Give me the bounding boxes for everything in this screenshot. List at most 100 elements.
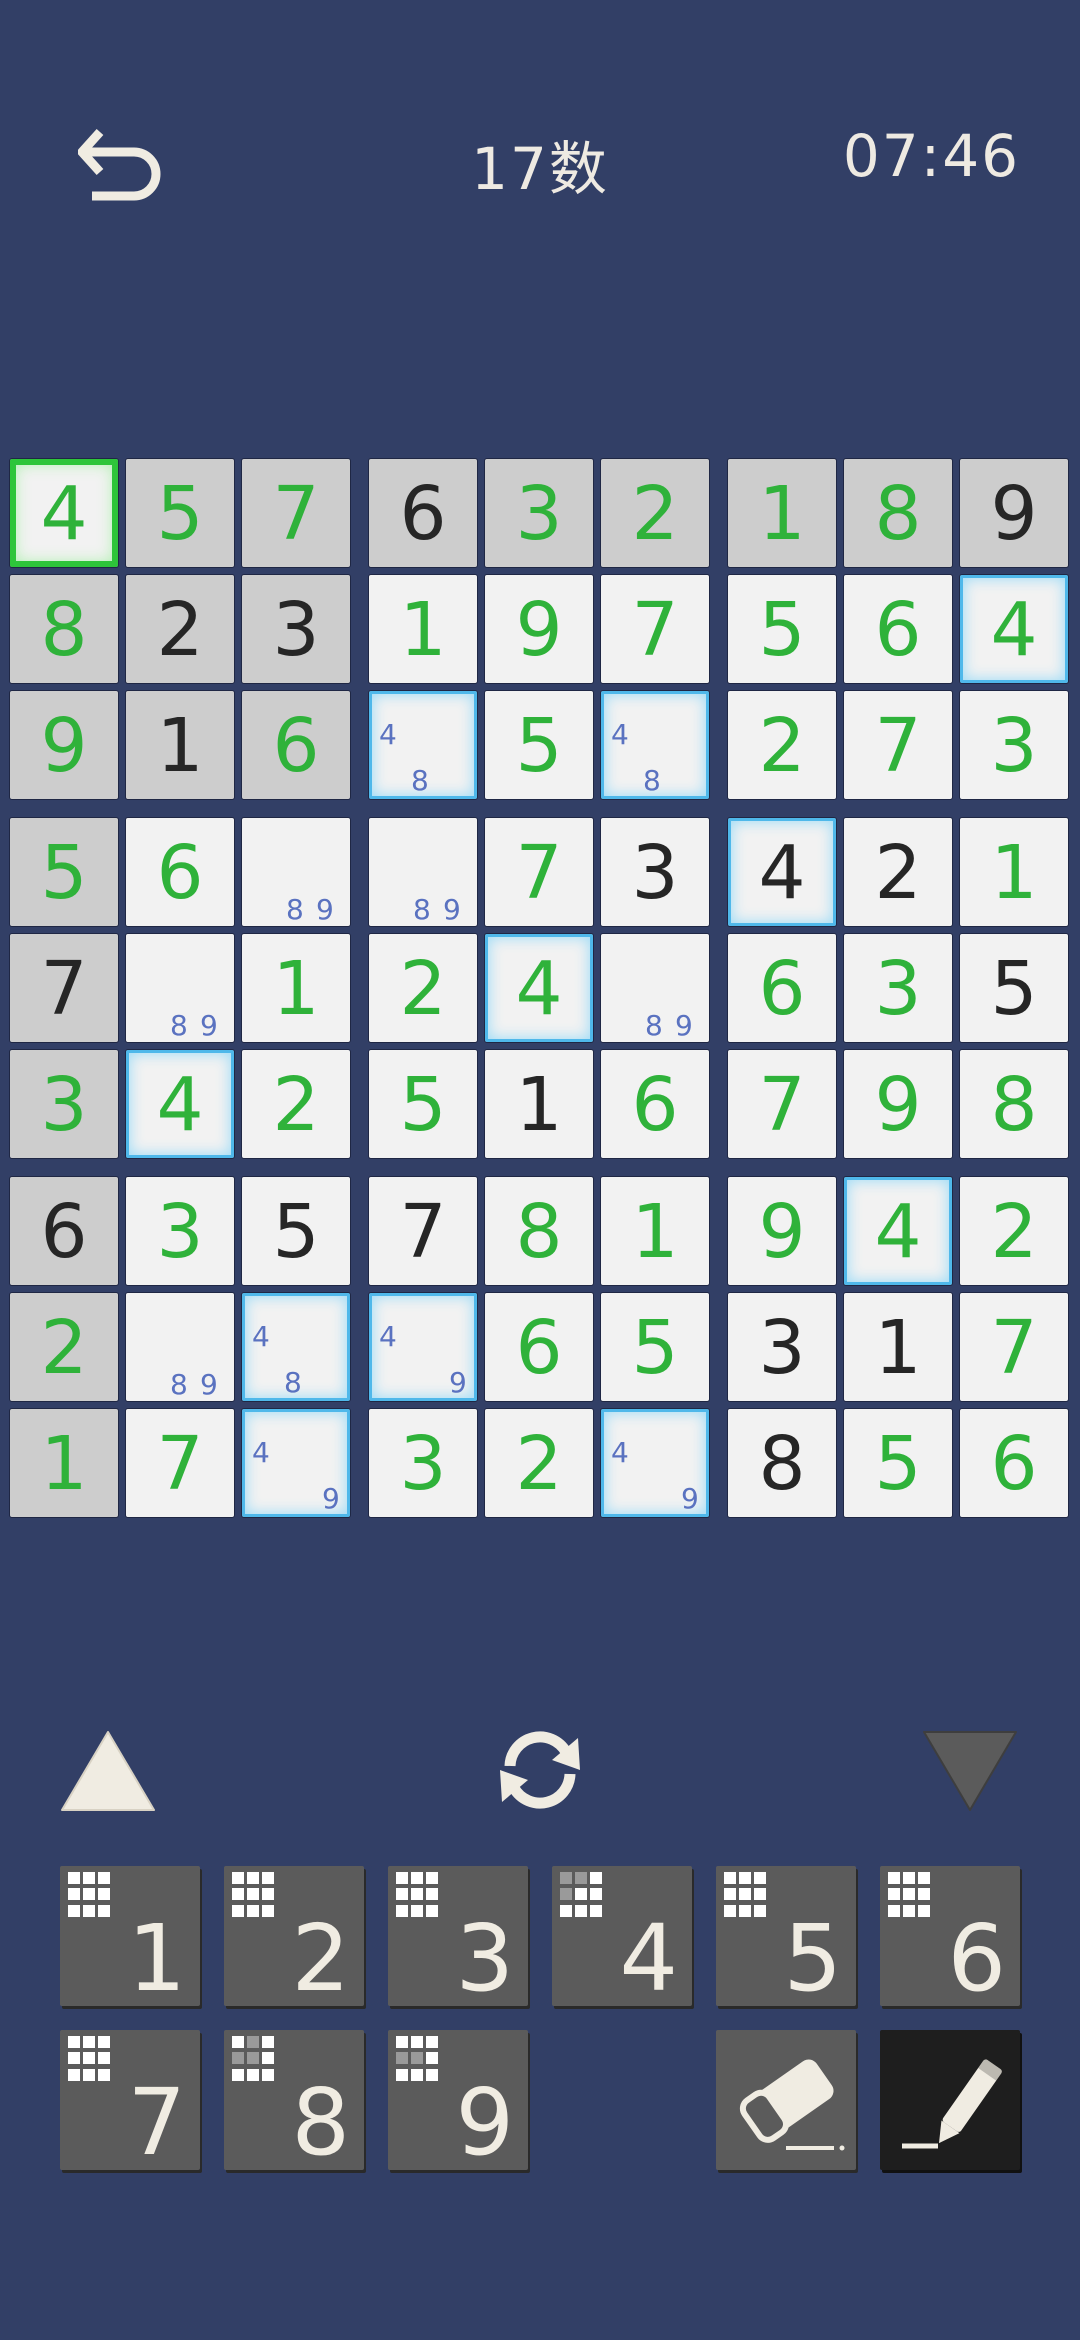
triangle-down-icon[interactable]: [922, 1728, 1018, 1814]
sudoku-cell[interactable]: 2: [959, 1176, 1069, 1286]
number-key-7[interactable]: 7: [60, 2030, 200, 2176]
sudoku-cell[interactable]: 7: [959, 1292, 1069, 1402]
sudoku-cell[interactable]: 1: [727, 458, 837, 568]
sudoku-cell[interactable]: 48: [241, 1292, 351, 1402]
sudoku-cell[interactable]: 6: [600, 1049, 710, 1159]
sudoku-cell[interactable]: 4: [959, 574, 1069, 684]
cell-note: 9: [200, 1009, 218, 1042]
sudoku-cell[interactable]: 4: [843, 1176, 953, 1286]
sudoku-cell[interactable]: 89: [125, 933, 235, 1043]
sudoku-cell[interactable]: 5: [959, 933, 1069, 1043]
sudoku-cell[interactable]: 1: [241, 933, 351, 1043]
sudoku-cell[interactable]: 49: [368, 1292, 478, 1402]
sudoku-cell[interactable]: 2: [125, 574, 235, 684]
sudoku-cell[interactable]: 7: [368, 1176, 478, 1286]
number-key-8[interactable]: 8: [224, 2030, 364, 2176]
sudoku-cell[interactable]: 2: [600, 458, 710, 568]
sudoku-cell[interactable]: 6: [368, 458, 478, 568]
sudoku-cell[interactable]: 9: [843, 1049, 953, 1159]
sudoku-cell[interactable]: 1: [959, 817, 1069, 927]
sudoku-cell[interactable]: 6: [125, 817, 235, 927]
sudoku-cell[interactable]: 6: [727, 933, 837, 1043]
sudoku-cell[interactable]: 2: [368, 933, 478, 1043]
sudoku-cell[interactable]: 1: [368, 574, 478, 684]
sudoku-cell[interactable]: 1: [9, 1408, 119, 1518]
sudoku-cell[interactable]: 1: [484, 1049, 594, 1159]
sudoku-cell[interactable]: 2: [9, 1292, 119, 1402]
sudoku-cell[interactable]: 7: [484, 817, 594, 927]
sudoku-cell[interactable]: 7: [600, 574, 710, 684]
sudoku-cell[interactable]: 48: [600, 690, 710, 800]
sudoku-cell[interactable]: 5: [727, 574, 837, 684]
sudoku-cell[interactable]: 6: [9, 1176, 119, 1286]
number-key-3[interactable]: 3: [388, 1866, 528, 2012]
cell-value: 5: [758, 587, 806, 673]
number-key-1[interactable]: 1: [60, 1866, 200, 2012]
sudoku-cell[interactable]: 9: [484, 574, 594, 684]
number-key-2[interactable]: 2: [224, 1866, 364, 2012]
sudoku-cell[interactable]: 4: [484, 933, 594, 1043]
number-key-9[interactable]: 9: [388, 2030, 528, 2176]
sudoku-cell[interactable]: 89: [600, 933, 710, 1043]
sudoku-cell[interactable]: 48: [368, 690, 478, 800]
sudoku-cell[interactable]: 4: [125, 1049, 235, 1159]
sudoku-cell[interactable]: 89: [368, 817, 478, 927]
sudoku-cell[interactable]: 8: [9, 574, 119, 684]
sudoku-cell[interactable]: 3: [727, 1292, 837, 1402]
sudoku-cell[interactable]: 9: [959, 458, 1069, 568]
sudoku-cell[interactable]: 5: [241, 1176, 351, 1286]
sudoku-cell[interactable]: 3: [368, 1408, 478, 1518]
sudoku-cell[interactable]: 7: [125, 1408, 235, 1518]
sudoku-cell[interactable]: 89: [241, 817, 351, 927]
sudoku-cell[interactable]: 8: [959, 1049, 1069, 1159]
sudoku-cell[interactable]: 6: [241, 690, 351, 800]
sudoku-cell[interactable]: 3: [125, 1176, 235, 1286]
cell-value: 4: [515, 946, 563, 1032]
sudoku-cell[interactable]: 3: [241, 574, 351, 684]
eraser-button[interactable]: [716, 2030, 856, 2170]
sudoku-cell[interactable]: 4: [9, 458, 119, 568]
sudoku-cell[interactable]: 89: [125, 1292, 235, 1402]
cell-note: 9: [449, 1366, 467, 1399]
sudoku-cell[interactable]: 7: [843, 690, 953, 800]
sudoku-cell[interactable]: 1: [843, 1292, 953, 1402]
sudoku-cell[interactable]: 1: [600, 1176, 710, 1286]
sudoku-cell[interactable]: 5: [125, 458, 235, 568]
triangle-up-icon[interactable]: [60, 1728, 156, 1814]
sudoku-cell[interactable]: 5: [9, 817, 119, 927]
sudoku-cell[interactable]: 6: [843, 574, 953, 684]
sudoku-cell[interactable]: 8: [727, 1408, 837, 1518]
sudoku-cell[interactable]: 9: [9, 690, 119, 800]
sudoku-cell[interactable]: 4: [727, 817, 837, 927]
sudoku-cell[interactable]: 2: [241, 1049, 351, 1159]
sudoku-cell[interactable]: 1: [125, 690, 235, 800]
sudoku-cell[interactable]: 5: [600, 1292, 710, 1402]
number-key-4[interactable]: 4: [552, 1866, 692, 2012]
sudoku-cell[interactable]: 6: [959, 1408, 1069, 1518]
sudoku-cell[interactable]: 3: [600, 817, 710, 927]
sudoku-cell[interactable]: 3: [484, 458, 594, 568]
number-key-6[interactable]: 6: [880, 1866, 1020, 2012]
refresh-icon[interactable]: [488, 1720, 592, 1820]
number-key-5[interactable]: 5: [716, 1866, 856, 2012]
cell-note: 4: [379, 1320, 397, 1353]
pencil-button[interactable]: [880, 2030, 1020, 2170]
sudoku-cell[interactable]: 5: [484, 690, 594, 800]
sudoku-cell[interactable]: 5: [843, 1408, 953, 1518]
sudoku-cell[interactable]: 5: [368, 1049, 478, 1159]
sudoku-cell[interactable]: 6: [484, 1292, 594, 1402]
sudoku-cell[interactable]: 2: [484, 1408, 594, 1518]
sudoku-cell[interactable]: 2: [727, 690, 837, 800]
sudoku-cell[interactable]: 3: [9, 1049, 119, 1159]
sudoku-cell[interactable]: 7: [727, 1049, 837, 1159]
sudoku-cell[interactable]: 2: [843, 817, 953, 927]
sudoku-cell[interactable]: 8: [843, 458, 953, 568]
sudoku-cell[interactable]: 3: [959, 690, 1069, 800]
sudoku-cell[interactable]: 9: [727, 1176, 837, 1286]
sudoku-cell[interactable]: 3: [843, 933, 953, 1043]
sudoku-cell[interactable]: 8: [484, 1176, 594, 1286]
sudoku-cell[interactable]: 49: [241, 1408, 351, 1518]
sudoku-cell[interactable]: 7: [241, 458, 351, 568]
sudoku-cell[interactable]: 49: [600, 1408, 710, 1518]
sudoku-cell[interactable]: 7: [9, 933, 119, 1043]
